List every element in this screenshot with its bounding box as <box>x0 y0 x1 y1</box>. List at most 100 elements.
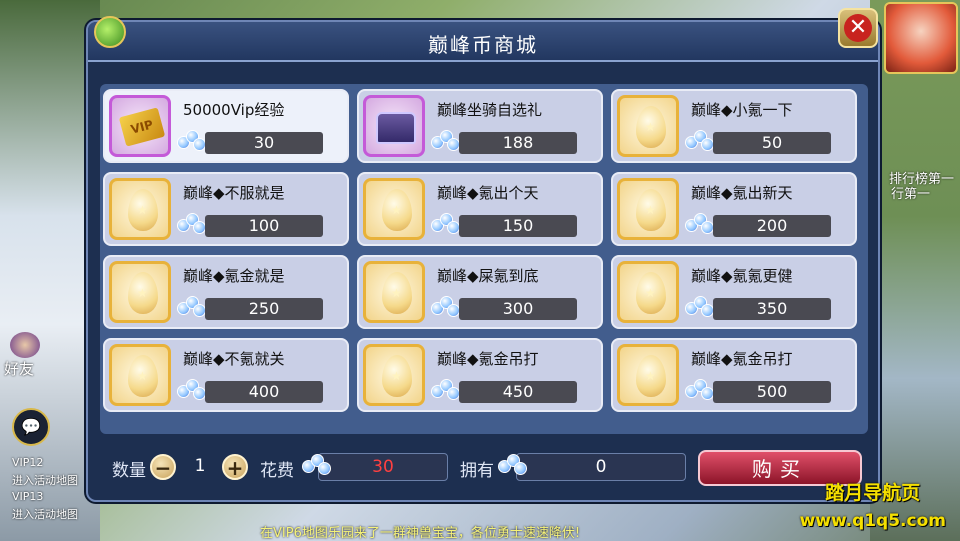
item-price: 500 <box>713 381 831 403</box>
chat-icon: 💬 <box>21 417 41 436</box>
player-avatar[interactable] <box>884 2 958 74</box>
cost-value: 30 <box>318 453 448 481</box>
shop-item[interactable]: 巅峰◆氪金吊打 500 <box>611 338 857 412</box>
item-name: 巅峰◆氪出新天 <box>691 184 793 202</box>
egg-icon <box>128 272 158 314</box>
shop-item[interactable]: 巅峰◆氪金吊打 450 <box>357 338 603 412</box>
item-price: 250 <box>205 298 323 320</box>
currency-icon <box>431 130 461 154</box>
item-grid[interactable]: VIP 50000Vip经验 30 巅峰坐骑自选礼 188 巅峰◆小氪一下 50 巅峰◆不服就… <box>100 84 868 434</box>
item-price: 200 <box>713 215 831 237</box>
item-name: 50000Vip经验 <box>183 101 285 119</box>
item-name: 巅峰◆氪金吊打 <box>437 350 539 368</box>
close-icon: ✕ <box>844 14 872 42</box>
item-name: 巅峰◆氪出个天 <box>437 184 539 202</box>
shop-item[interactable]: 巅峰◆屎氪到底 300 <box>357 255 603 329</box>
friend-button[interactable]: 好友 <box>4 332 48 382</box>
currency-icon <box>685 379 715 403</box>
item-icon-frame <box>363 344 425 406</box>
cost-label: 花费 <box>260 461 294 481</box>
item-icon-frame <box>109 261 171 323</box>
title-bar: 巅峰币商城 <box>88 16 878 62</box>
shop-item[interactable]: 巅峰◆小氪一下 50 <box>611 89 857 163</box>
friend-label: 好友 <box>4 360 35 378</box>
item-name: 巅峰◆氪氪更健 <box>691 267 793 285</box>
item-price: 188 <box>459 132 577 154</box>
item-price: 30 <box>205 132 323 154</box>
item-price: 350 <box>713 298 831 320</box>
currency-icon <box>177 213 207 237</box>
currency-icon <box>177 296 207 320</box>
currency-icon <box>685 213 715 237</box>
chat-line: 进入活动地图 <box>12 508 78 521</box>
item-name: 巅峰◆不服就是 <box>183 184 285 202</box>
game-background-right <box>870 0 960 541</box>
egg-icon <box>636 355 666 397</box>
item-price: 100 <box>205 215 323 237</box>
egg-icon <box>382 272 412 314</box>
egg-icon <box>382 355 412 397</box>
item-name: 巅峰◆小氪一下 <box>691 101 793 119</box>
watermark: 踏月导航页 www.q1q5.com <box>800 478 946 531</box>
item-price: 450 <box>459 381 577 403</box>
currency-icon <box>431 296 461 320</box>
item-icon-frame <box>109 344 171 406</box>
egg-icon <box>382 189 412 231</box>
owned-label: 拥有 <box>460 461 494 481</box>
chat-line: 进入活动地图 <box>12 474 78 487</box>
vip-card-icon: VIP <box>118 107 166 147</box>
dialog-title: 巅峰币商城 <box>428 33 538 57</box>
chat-line: VIP12 <box>12 456 44 469</box>
currency-icon <box>177 130 207 154</box>
friend-icon <box>10 332 40 358</box>
shop-item[interactable]: VIP 50000Vip经验 30 <box>103 89 349 163</box>
rank-text-2: 行第一 <box>890 187 930 202</box>
currency-icon <box>177 379 207 403</box>
item-icon-frame <box>617 261 679 323</box>
item-price: 300 <box>459 298 577 320</box>
shop-item[interactable]: 巅峰◆氪出新天 200 <box>611 172 857 246</box>
item-icon-frame <box>109 178 171 240</box>
currency-icon <box>431 213 461 237</box>
item-name: 巅峰◆氪金就是 <box>183 267 285 285</box>
shop-item[interactable]: 巅峰◆氪金就是 250 <box>103 255 349 329</box>
shop-item[interactable]: 巅峰坐骑自选礼 188 <box>357 89 603 163</box>
item-price: 400 <box>205 381 323 403</box>
item-name: 巅峰◆氪金吊打 <box>691 350 793 368</box>
shop-item[interactable]: 巅峰◆氪氪更健 350 <box>611 255 857 329</box>
owned-value: 0 <box>516 453 686 481</box>
currency-icon <box>302 454 332 478</box>
item-name: 巅峰坐骑自选礼 <box>437 101 543 119</box>
purchase-bar: 数量 − 1 + 花费 30 拥有 0 购买 <box>88 442 878 498</box>
currency-icon <box>685 296 715 320</box>
item-icon-frame <box>363 95 425 157</box>
close-button[interactable]: ✕ <box>838 8 878 48</box>
shop-item[interactable]: 巅峰◆氪出个天 150 <box>357 172 603 246</box>
item-icon-frame <box>363 178 425 240</box>
currency-icon <box>431 379 461 403</box>
item-icon-frame <box>617 95 679 157</box>
decrease-quantity-button[interactable]: − <box>150 454 176 480</box>
item-price: 50 <box>713 132 831 154</box>
item-name: 巅峰◆屎氪到底 <box>437 267 539 285</box>
egg-icon <box>128 189 158 231</box>
watermark-line-1: 踏月导航页 <box>825 482 921 504</box>
announcement-ticker: 在VIP6地图乐园来了一群神兽宝宝，各位勇士速速降伏! <box>260 526 581 541</box>
shop-item[interactable]: 巅峰◆不服就是 100 <box>103 172 349 246</box>
egg-icon <box>636 272 666 314</box>
quantity-value: 1 <box>194 456 206 476</box>
egg-icon <box>636 189 666 231</box>
chat-line: VIP13 <box>12 490 44 503</box>
shop-dialog: 巅峰币商城 VIP 50000Vip经验 30 巅峰坐骑自选礼 188 巅峰◆小氪一下 50… <box>86 16 880 502</box>
item-icon-frame <box>617 344 679 406</box>
item-name: 巅峰◆不氪就关 <box>183 350 285 368</box>
egg-icon <box>636 106 666 148</box>
item-icon-frame: VIP <box>109 95 171 157</box>
egg-icon <box>128 355 158 397</box>
currency-icon <box>498 454 528 478</box>
shop-item[interactable]: 巅峰◆不氪就关 400 <box>103 338 349 412</box>
item-icon-frame <box>363 261 425 323</box>
chat-button[interactable]: 💬 <box>12 408 50 446</box>
item-price: 150 <box>459 215 577 237</box>
increase-quantity-button[interactable]: + <box>222 454 248 480</box>
